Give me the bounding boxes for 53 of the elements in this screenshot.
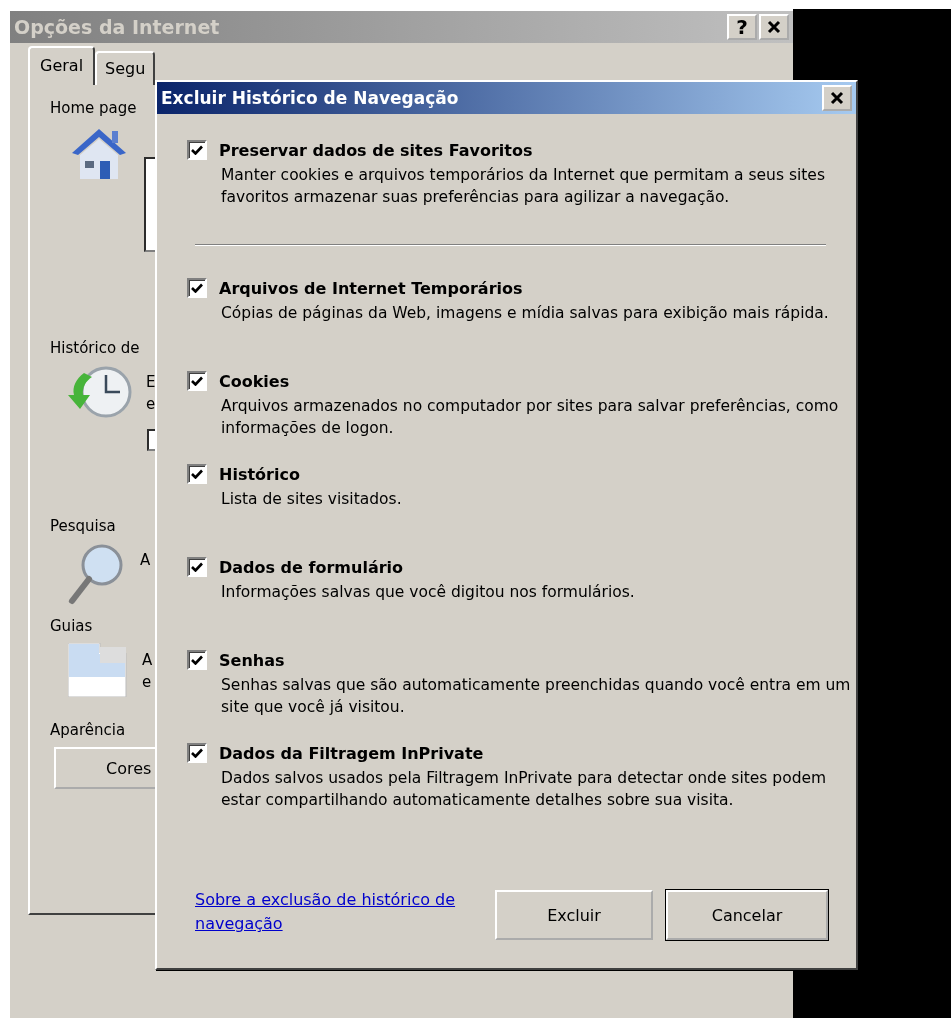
close-button[interactable]	[759, 14, 789, 40]
option-title: Histórico	[219, 464, 300, 484]
description-text: e	[142, 673, 153, 691]
check-icon	[191, 145, 203, 155]
tab[interactable]: Segu	[95, 51, 156, 85]
checkbox[interactable]	[187, 464, 207, 484]
cancel-button[interactable]: Cancelar	[666, 890, 828, 940]
option-description: Arquivos armazenados no computador por sites para salvar preferências, como informações de logon.	[221, 396, 840, 439]
option-title: Senhas	[219, 650, 285, 670]
option-title: Cookies	[219, 371, 290, 391]
description-text: A	[142, 651, 153, 669]
checkbox[interactable]	[187, 278, 207, 298]
option-description: Senhas salvas que são automaticamente preenchidas quando você entra em um site que você já visitou.	[221, 675, 851, 718]
section-heading: Histórico de	[50, 339, 140, 357]
checkbox[interactable]	[187, 371, 207, 391]
option-description: Lista de sites visitados.	[221, 489, 403, 510]
option-title: Dados da Filtragem InPrivate	[219, 743, 484, 763]
dialog-title: Excluir Histórico de Navegação	[161, 88, 459, 108]
option-description: Cópias de páginas da Web, imagens e mídia salvas para exibição mais rápida.	[221, 303, 830, 324]
option-description: Informações salvas que você digitou nos formulários.	[221, 582, 636, 603]
option-title: Preservar dados de sites Favoritos	[219, 140, 533, 160]
option-description: Manter cookies e arquivos temporários da Internet que permitam a seus sites favoritos armazenar suas preferências para agilizar a navegação.	[221, 165, 826, 208]
help-link[interactable]: Sobre a exclusão de histórico de navegação	[195, 888, 495, 936]
help-button[interactable]: ?	[727, 14, 757, 40]
checkbox[interactable]	[187, 743, 207, 763]
checkbox[interactable]	[187, 140, 207, 160]
delete-button[interactable]: Excluir	[495, 890, 653, 940]
close-button[interactable]	[822, 85, 852, 111]
section-heading: Aparência	[50, 721, 126, 739]
tab[interactable]: Geral	[28, 46, 96, 85]
description-text: e	[146, 395, 156, 413]
option-title: Dados de formulário	[219, 557, 404, 577]
window-title: Opções da Internet	[14, 16, 220, 38]
check-icon	[191, 655, 203, 665]
close-icon	[767, 20, 781, 34]
option-title: Arquivos de Internet Temporários	[219, 278, 523, 298]
section-heading: Pesquisa	[50, 517, 116, 535]
description-text: A	[140, 551, 151, 569]
section-heading: Guias	[50, 617, 93, 635]
tabs-icon	[68, 643, 128, 697]
check-icon	[191, 748, 203, 758]
check-icon	[191, 283, 203, 293]
checkbox[interactable]	[187, 557, 207, 577]
section-heading: Home page	[50, 99, 137, 117]
check-icon	[191, 376, 203, 386]
home-page-field[interactable]	[144, 157, 156, 252]
checkbox[interactable]	[187, 650, 207, 670]
option-description: Dados salvos usados pela Filtragem InPrivate para detectar onde sites podem estar compartilhando automaticamente detalhes sobre sua visita.	[221, 768, 828, 811]
check-icon	[191, 469, 203, 479]
description-text: E	[146, 373, 156, 391]
close-icon	[830, 91, 844, 105]
clock-icon	[68, 365, 132, 419]
check-icon	[191, 562, 203, 572]
